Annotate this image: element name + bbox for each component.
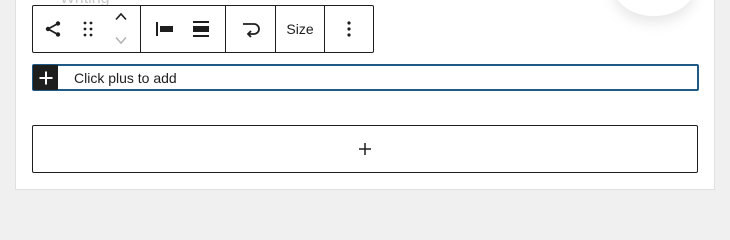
toolbar-group-alignment	[141, 6, 226, 52]
size-button[interactable]: Size	[276, 6, 324, 52]
justify-left-icon	[156, 22, 173, 36]
plus-icon	[359, 143, 371, 155]
inline-inserter-button[interactable]	[33, 65, 58, 90]
toolbar-group-size: Size	[276, 6, 325, 52]
options-button[interactable]	[331, 6, 367, 52]
drag-handle-icon	[83, 21, 92, 37]
more-vertical-icon	[347, 21, 351, 37]
plus-icon	[39, 71, 52, 84]
drag-handle[interactable]	[74, 6, 102, 52]
block-mover	[108, 6, 134, 52]
chevron-down-icon	[115, 36, 127, 45]
select-parent-button[interactable]	[39, 6, 67, 52]
appender-placeholder-text: Click plus to add	[74, 70, 177, 86]
justify-button[interactable]	[147, 6, 183, 52]
align-center-icon	[193, 21, 209, 37]
wrap-button[interactable]	[233, 6, 269, 52]
share-icon	[45, 21, 61, 37]
size-label: Size	[286, 21, 314, 37]
chevron-up-icon	[115, 12, 127, 21]
block-appender-button[interactable]	[32, 125, 698, 173]
floating-element-shadow	[614, 0, 694, 16]
wrap-icon	[242, 23, 260, 38]
toolbar-group-block	[33, 6, 141, 52]
toolbar-group-wrap	[226, 6, 276, 52]
vertical-alignment-button[interactable]	[183, 6, 219, 52]
move-down-button[interactable]	[114, 32, 128, 50]
block-toolbar: Size	[32, 5, 374, 53]
move-up-button[interactable]	[114, 8, 128, 26]
selected-appender-row[interactable]: Click plus to add	[32, 64, 699, 91]
toolbar-group-options	[325, 6, 373, 52]
